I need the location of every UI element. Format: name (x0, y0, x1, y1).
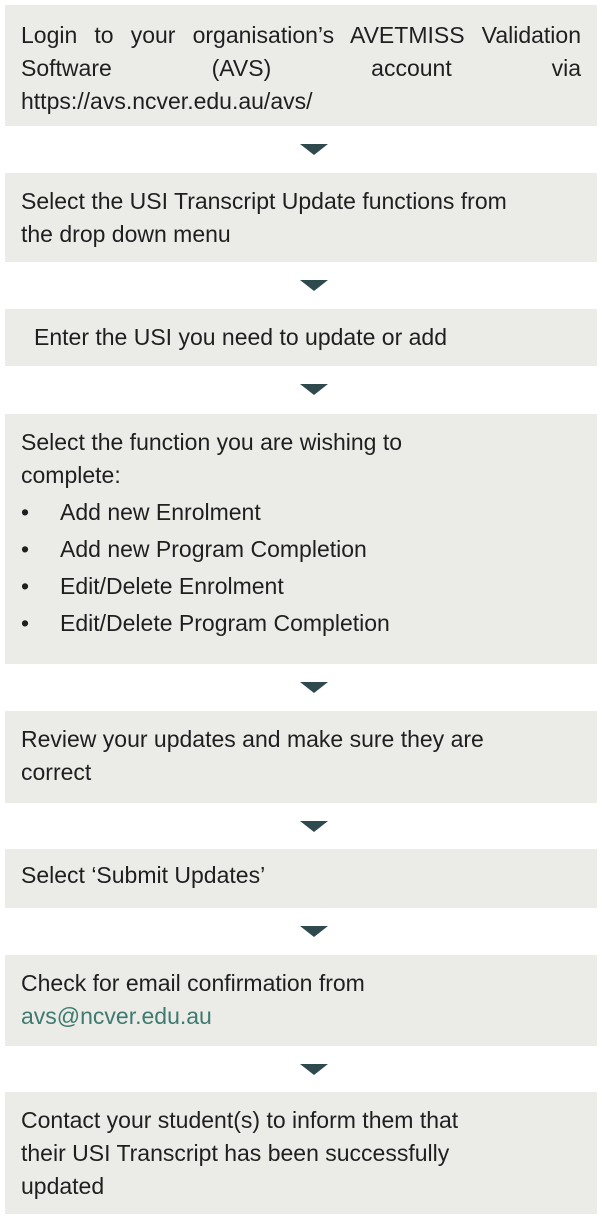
arrow-down-icon (300, 280, 328, 291)
step-8-text: Contact your student(s) to inform them t… (21, 1107, 459, 1199)
step-4-box: Select the function you are wishing to c… (5, 414, 597, 664)
step-8-box: Contact your student(s) to inform them t… (5, 1092, 597, 1214)
step-7-text: Check for email confirmation from (21, 970, 365, 996)
step-3-box: Enter the USI you need to update or add (5, 309, 597, 366)
arrow-down-icon (300, 144, 328, 155)
list-item-label: Edit/Delete Enrolment (60, 573, 284, 599)
list-item-label: Edit/Delete Program Completion (60, 610, 390, 636)
arrow-down-icon (300, 926, 328, 937)
step-6-text: Select ‘Submit Updates’ (21, 862, 266, 888)
bullet-icon: • (21, 536, 30, 562)
step-1-box: Login to your organisation’s AVETMISS Va… (5, 5, 597, 126)
step-5-box: Review your updates and make sure they a… (5, 711, 597, 803)
list-item-label: Add new Program Completion (60, 536, 367, 562)
step-2-text: Select the USI Transcript Update functio… (21, 188, 507, 247)
step-4-intro: Select the function you are wishing to c… (21, 429, 403, 488)
function-options-list: • Add new Enrolment • Add new Program Comp… (21, 494, 581, 642)
list-item-label: Add new Enrolment (60, 499, 261, 525)
step-2-box: Select the USI Transcript Update functio… (5, 173, 597, 262)
step-5-text: Review your updates and make sure they a… (21, 726, 484, 785)
step-1-text: Login to your organisation’s AVETMISS Va… (21, 22, 581, 114)
bullet-icon: • (21, 573, 30, 599)
step-6-box: Select ‘Submit Updates’ (5, 849, 597, 908)
step-7-box: Check for email confirmation from avs@nc… (5, 955, 597, 1046)
list-item: • Edit/Delete Program Completion (21, 605, 581, 642)
flowchart: { "steps": [ {"lines": ["Login to your o… (0, 0, 602, 1219)
arrow-down-icon (300, 821, 328, 832)
arrow-down-icon (300, 682, 328, 693)
list-item: • Add new Enrolment (21, 494, 581, 531)
arrow-down-icon (300, 384, 328, 395)
email-link[interactable]: avs@ncver.edu.au (21, 1000, 581, 1033)
list-item: • Add new Program Completion (21, 531, 581, 568)
bullet-icon: • (21, 499, 30, 525)
arrow-down-icon (300, 1064, 328, 1075)
step-3-text: Enter the USI you need to update or add (34, 324, 448, 350)
bullet-icon: • (21, 610, 30, 636)
list-item: • Edit/Delete Enrolment (21, 568, 581, 605)
